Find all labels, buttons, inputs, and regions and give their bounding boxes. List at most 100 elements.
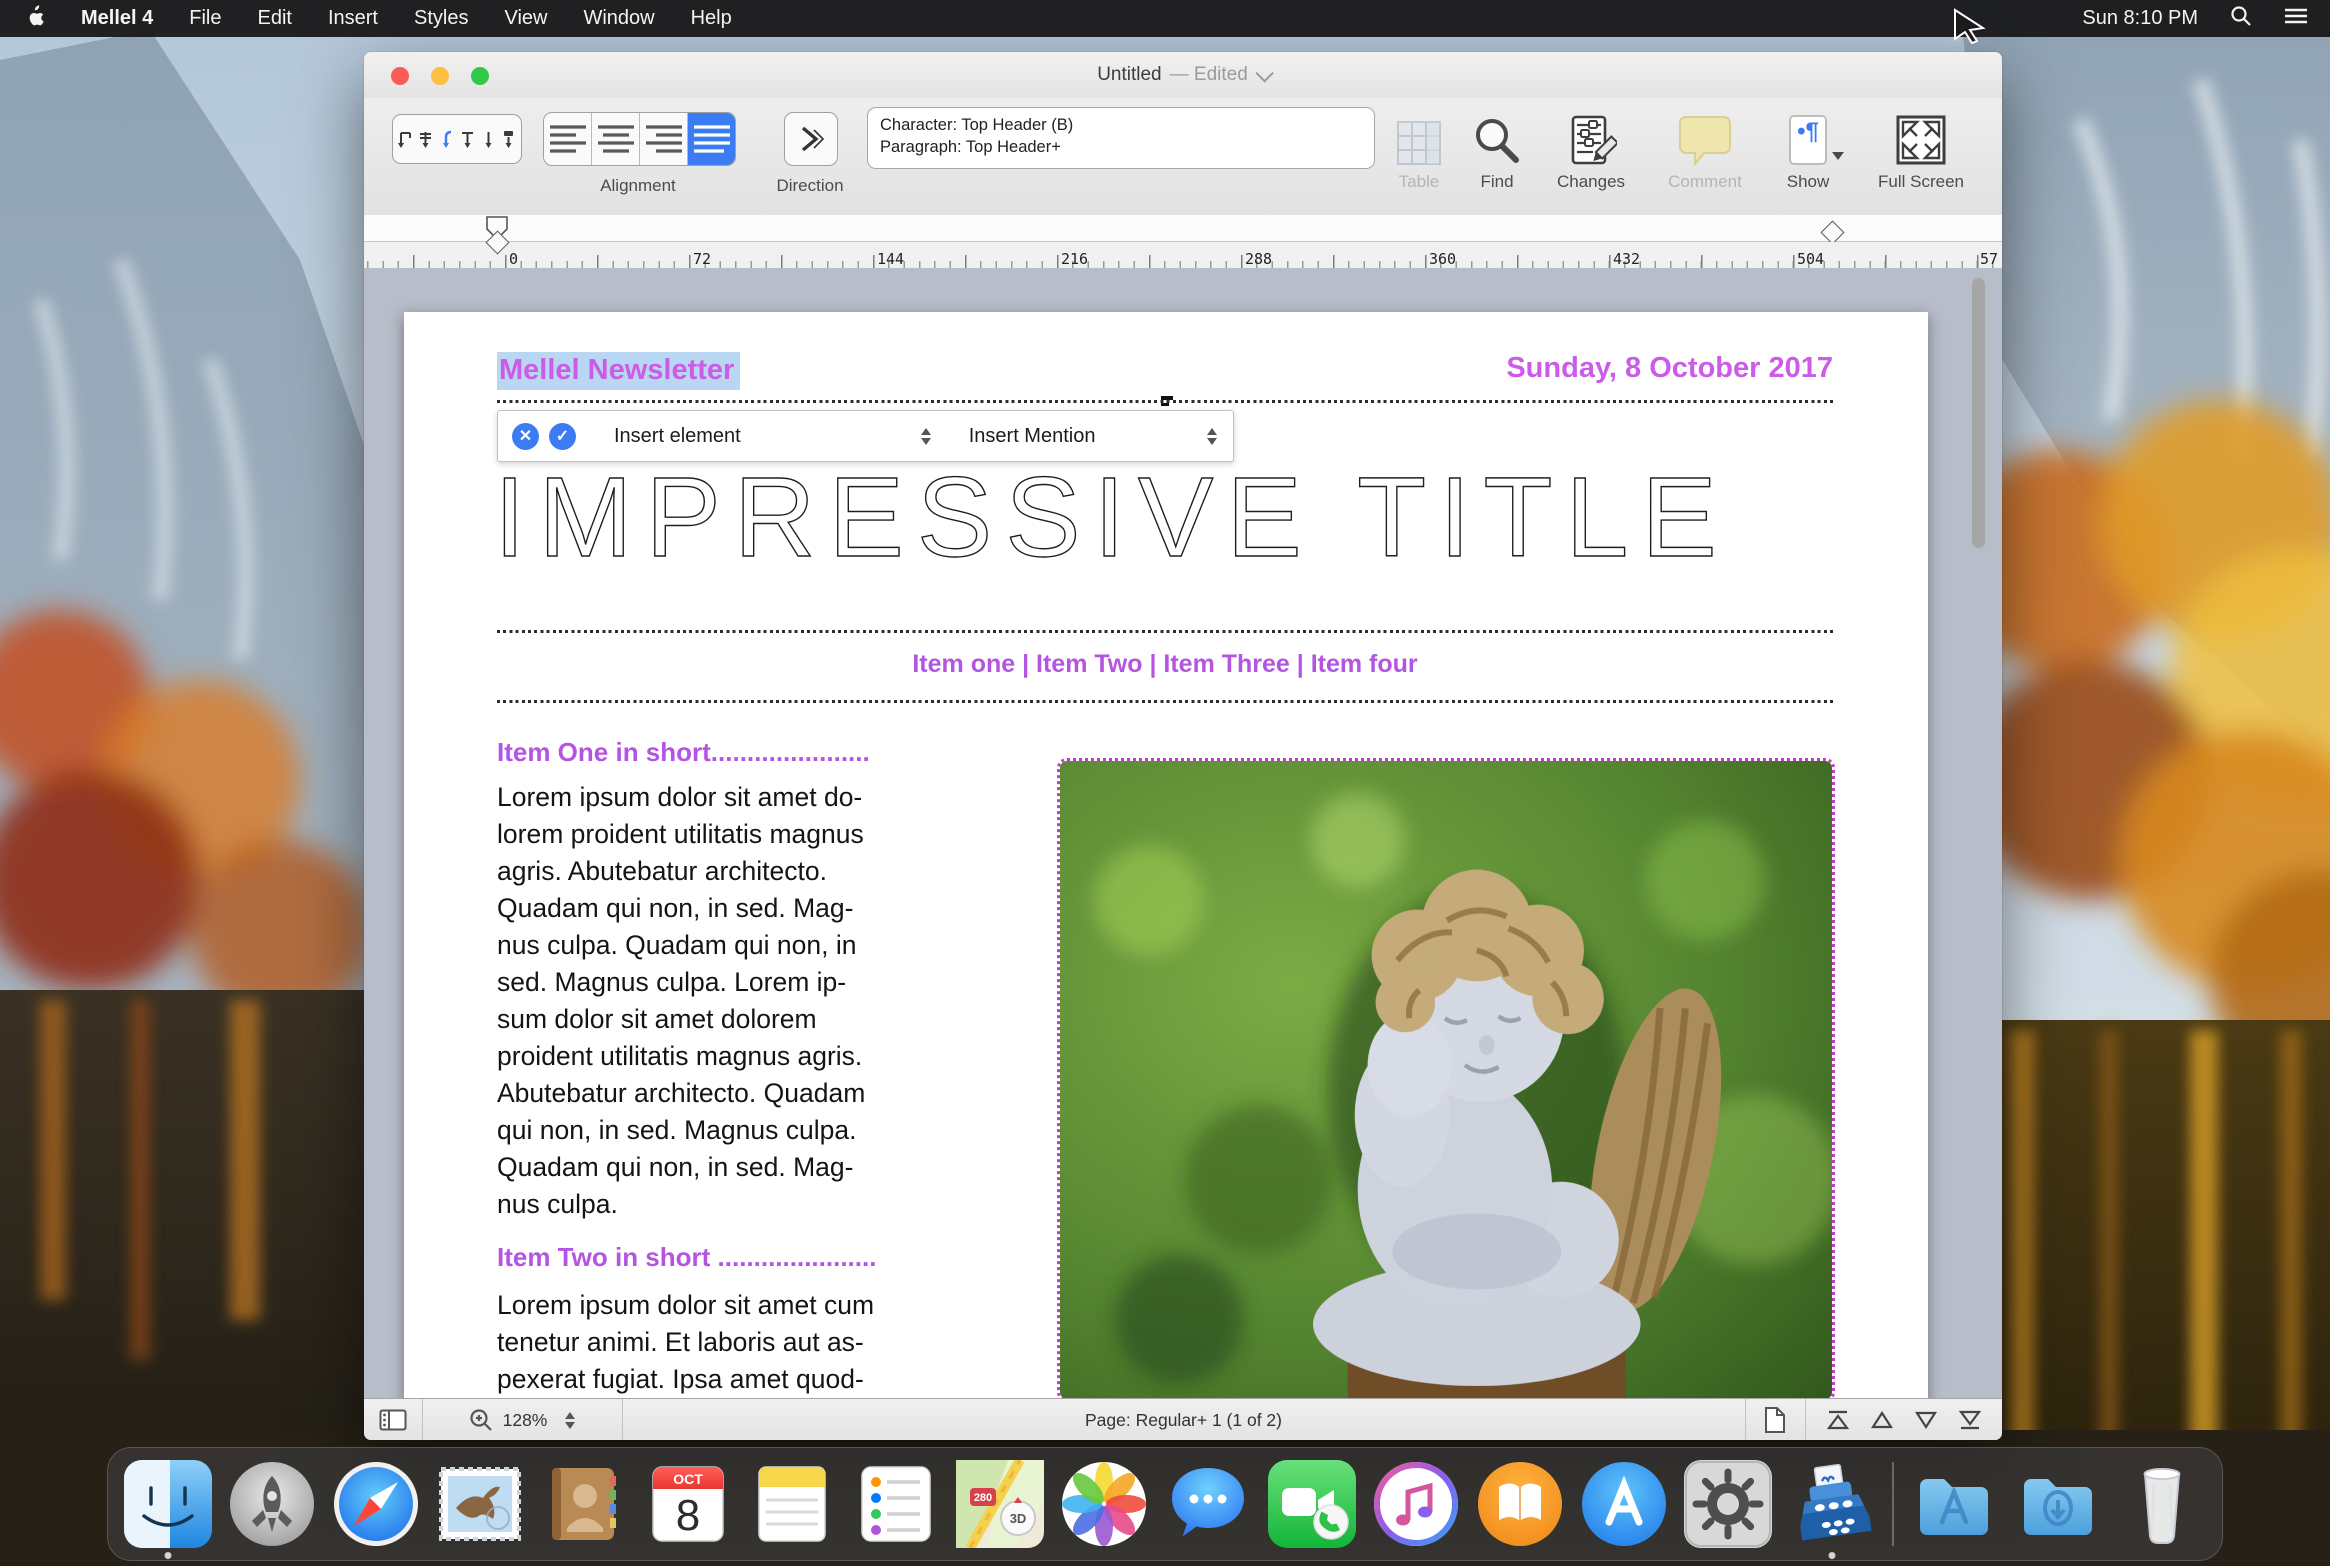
insert-text-mark-icon[interactable] xyxy=(459,126,476,152)
pilcrow-glyph: •¶ xyxy=(1788,118,1828,146)
body-line[interactable]: nus culpa. xyxy=(497,1189,618,1220)
align-justify-button[interactable] xyxy=(688,113,735,165)
vertical-scrollbar[interactable] xyxy=(1972,278,1985,548)
dock-finder[interactable] xyxy=(124,1460,212,1548)
menu-file[interactable]: File xyxy=(189,7,221,30)
cancel-insert-button[interactable]: ✕ xyxy=(512,423,539,450)
menu-styles[interactable]: Styles xyxy=(414,7,468,30)
confirm-insert-button[interactable]: ✓ xyxy=(549,423,576,450)
body-line[interactable]: lorem proident utilitatis magnus xyxy=(497,819,864,850)
body-line[interactable]: qui non, in sed. Magnus culpa. xyxy=(497,1115,856,1146)
dock-app-store[interactable] xyxy=(1580,1460,1668,1548)
dock-photos[interactable] xyxy=(1060,1460,1148,1548)
menu-view[interactable]: View xyxy=(504,7,547,30)
dock-maps[interactable]: 2803D xyxy=(956,1460,1044,1548)
dock-downloads-folder[interactable] xyxy=(2014,1460,2102,1548)
body-line[interactable]: tenetur animi. Et laboris aut as- xyxy=(497,1327,864,1358)
ruler-tick-strip[interactable]: 0 72 144 216 288 360 432 504 57 xyxy=(364,242,2002,269)
body-line[interactable]: Lorem ipsum dolor sit amet do- xyxy=(497,782,862,813)
previous-page-icon[interactable] xyxy=(1870,1409,1894,1431)
body-line[interactable]: agris. Abutebatur architecto. xyxy=(497,856,827,887)
comment-button[interactable]: Comment xyxy=(1645,110,1765,192)
ruler[interactable]: 0 72 144 216 288 360 432 504 57 xyxy=(364,215,2002,268)
newsletter-date[interactable]: Sunday, 8 October 2017 xyxy=(1506,352,1833,385)
direction-chevrons-icon xyxy=(797,124,825,154)
dock-trash[interactable] xyxy=(2118,1460,2206,1548)
body-line[interactable]: Abutebatur architecto. Quadam xyxy=(497,1078,865,1109)
zoom-stepper-icon[interactable] xyxy=(565,1412,575,1429)
item-two-heading[interactable]: Item Two in short ...................... xyxy=(497,1242,876,1273)
body-line[interactable]: proident utilitatis magnus agris. xyxy=(497,1041,862,1072)
first-page-icon[interactable] xyxy=(1826,1409,1850,1431)
insert-element-select[interactable]: Insert element xyxy=(614,425,741,448)
menu-window[interactable]: Window xyxy=(583,7,654,30)
direction-button[interactable] xyxy=(784,112,838,166)
document-area[interactable]: Mellel Newsletter Sunday, 8 October 2017… xyxy=(364,268,2002,1398)
menu-edit[interactable]: Edit xyxy=(258,7,292,30)
sidebar-toggle-button[interactable] xyxy=(364,1399,422,1440)
dock-system-preferences[interactable] xyxy=(1684,1460,1772,1548)
flow-marks-control[interactable] xyxy=(392,114,522,164)
insert-mention-stepper-icon[interactable] xyxy=(1207,428,1217,445)
menu-clock[interactable]: Sun 8:10 PM xyxy=(2082,7,2198,30)
dock-facetime[interactable] xyxy=(1268,1460,1356,1548)
body-line[interactable]: Quadam qui non, in sed. Mag- xyxy=(497,893,853,924)
apple-menu-icon[interactable] xyxy=(26,5,45,33)
body-line[interactable]: Lorem ipsum dolor sit amet cum xyxy=(497,1290,874,1321)
body-line[interactable]: nus culpa. Quadam qui non, in xyxy=(497,930,856,961)
next-page-icon[interactable] xyxy=(1914,1409,1938,1431)
insert-element-popup[interactable]: ✕ ✓ Insert element Insert Mention xyxy=(497,410,1234,462)
right-indent-marker[interactable] xyxy=(1820,220,1844,244)
dock-applications-folder[interactable] xyxy=(1910,1460,1998,1548)
cherub-statue-image[interactable] xyxy=(1057,758,1835,1398)
last-page-icon[interactable] xyxy=(1958,1409,1982,1431)
document-main-title[interactable]: IMPRESSIVE TITLE xyxy=(494,452,1839,582)
align-center-button[interactable] xyxy=(592,113,640,165)
body-line[interactable]: pexerat fugiat. Ipsa amet quod- xyxy=(497,1364,864,1395)
dock-itunes[interactable] xyxy=(1372,1460,1460,1548)
insert-element-stepper-icon[interactable] xyxy=(921,428,931,445)
dock-launchpad[interactable] xyxy=(228,1460,316,1548)
menu-help[interactable]: Help xyxy=(691,7,732,30)
insert-mention-select[interactable]: Insert Mention xyxy=(969,425,1096,448)
dock-messages[interactable] xyxy=(1164,1460,1252,1548)
insert-section-break-icon[interactable] xyxy=(417,126,434,152)
title-chevron-icon[interactable] xyxy=(1255,64,1273,82)
full-screen-button[interactable]: Full Screen xyxy=(1861,110,1981,192)
spotlight-search-icon[interactable] xyxy=(2230,5,2252,33)
menu-app-name[interactable]: Mellel 4 xyxy=(81,7,153,30)
body-line[interactable]: sed. Magnus culpa. Lorem ip- xyxy=(497,967,846,998)
ruler-margin-strip[interactable] xyxy=(364,215,2002,242)
dock-notes[interactable] xyxy=(748,1460,836,1548)
dock-reminders[interactable] xyxy=(852,1460,940,1548)
single-page-view-button[interactable] xyxy=(1745,1399,1805,1440)
dock-mellel[interactable] xyxy=(1788,1460,1876,1548)
dock-contacts[interactable] xyxy=(540,1460,628,1548)
style-indicator-box[interactable]: Character: Top Header (B) Paragraph: Top… xyxy=(867,107,1375,169)
insert-flow-break-icon[interactable] xyxy=(438,126,455,152)
title-bar[interactable]: Untitled — Edited xyxy=(364,52,2002,98)
insert-line-break-icon[interactable] xyxy=(480,126,497,152)
newsletter-title[interactable]: Mellel Newsletter xyxy=(497,352,740,390)
dock-mail[interactable] xyxy=(436,1460,524,1548)
items-nav-line[interactable]: Item one | Item Two | Item Three | Item … xyxy=(497,650,1833,679)
page[interactable]: Mellel Newsletter Sunday, 8 October 2017… xyxy=(404,312,1928,1398)
align-left-button[interactable] xyxy=(544,113,592,165)
body-line[interactable]: Quadam qui non, in sed. Mag- xyxy=(497,1152,853,1183)
insert-object-mark-icon[interactable] xyxy=(500,126,517,152)
dock-separator xyxy=(1892,1462,1894,1546)
zoom-control[interactable]: 128% xyxy=(422,1399,622,1440)
align-right-button[interactable] xyxy=(640,113,688,165)
changes-button[interactable]: Changes xyxy=(1531,110,1651,192)
dock-ibooks[interactable] xyxy=(1476,1460,1564,1548)
insert-page-break-icon[interactable] xyxy=(397,126,414,152)
show-button[interactable]: •¶ Show xyxy=(1748,110,1868,192)
item-one-heading[interactable]: Item One in short...................... xyxy=(497,737,870,768)
body-line[interactable]: sum dolor sit amet dolorem xyxy=(497,1004,817,1035)
dock-safari[interactable] xyxy=(332,1460,420,1548)
notification-center-icon[interactable] xyxy=(2284,6,2308,32)
show-dropdown-arrow-icon[interactable] xyxy=(1832,152,1844,160)
menu-insert[interactable]: Insert xyxy=(328,7,378,30)
calendar-day-label: 8 xyxy=(676,1491,700,1540)
dock-calendar[interactable]: OCT8 xyxy=(644,1460,732,1548)
